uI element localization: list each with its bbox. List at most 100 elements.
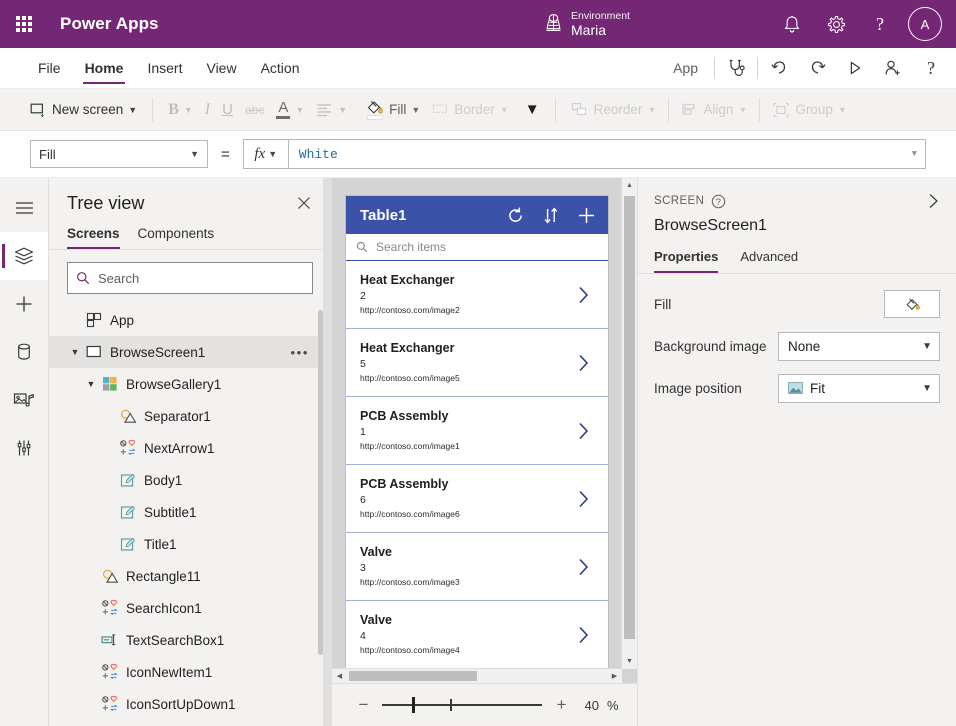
twisty-expanded[interactable]: ▼	[67, 347, 83, 357]
stethoscope-icon[interactable]	[717, 49, 755, 87]
next-arrow-icon[interactable]	[577, 625, 590, 645]
gallery-item[interactable]: Heat Exchanger 5 http://contoso.com/imag…	[346, 329, 608, 397]
insert-plus-icon[interactable]	[0, 280, 48, 328]
fx-button[interactable]: fx ▼	[243, 139, 288, 169]
scroll-right-arrow-icon[interactable]: ▶	[607, 672, 622, 680]
gallery-item[interactable]: PCB Assembly 6 http://contoso.com/image6	[346, 465, 608, 533]
twisty-expanded[interactable]: ▼	[83, 379, 99, 389]
question-circle-icon[interactable]: ?	[711, 194, 726, 209]
menu-item-home[interactable]: Home	[73, 48, 136, 88]
gear-icon[interactable]	[814, 2, 858, 46]
question-icon[interactable]: ?	[912, 49, 950, 87]
underline-button[interactable]: U	[216, 97, 239, 122]
bell-icon[interactable]	[770, 2, 814, 46]
gallery-item[interactable]: PCB Assembly 1 http://contoso.com/image1	[346, 397, 608, 465]
group-button[interactable]: Group ▼	[766, 98, 852, 122]
property-selector[interactable]: Fill ▼	[30, 140, 208, 168]
chevron-down-icon[interactable]: ▼	[912, 149, 917, 159]
canvas-hscroll-thumb[interactable]	[349, 671, 477, 681]
tree-node-textsearchbox1[interactable]: TextSearchBox1	[49, 624, 331, 656]
close-icon[interactable]	[293, 192, 315, 214]
undo-icon[interactable]	[760, 49, 798, 87]
app-menu-button[interactable]: App	[659, 48, 712, 88]
scroll-up-arrow-icon[interactable]: ▲	[622, 178, 637, 193]
chevron-right-icon[interactable]	[927, 192, 940, 210]
question-icon[interactable]: ?	[858, 2, 902, 46]
menu-item-insert[interactable]: Insert	[135, 48, 194, 88]
tree-node-app[interactable]: App	[49, 304, 331, 336]
sort-updown-icon[interactable]	[543, 206, 559, 225]
advanced-tools-icon[interactable]	[0, 424, 48, 472]
formula-input[interactable]: White ▼	[288, 139, 926, 169]
canvas-vertical-scrollbar[interactable]: ▲ ▼	[621, 178, 637, 669]
new-screen-button[interactable]: New screen ▼	[24, 98, 143, 122]
tree-node-iconsortupdown1[interactable]: IconSortUpDown1	[49, 688, 331, 720]
menu-item-view[interactable]: View	[194, 48, 248, 88]
tab-advanced[interactable]: Advanced	[740, 249, 798, 273]
search-input[interactable]: Search	[67, 262, 313, 294]
tree-node-subtitle1[interactable]: Subtitle1	[49, 496, 331, 528]
environment-picker[interactable]: Environment Maria	[543, 0, 630, 48]
canvas-vscroll-thumb[interactable]	[624, 196, 635, 639]
scroll-left-arrow-icon[interactable]: ◀	[332, 672, 347, 680]
brand-title[interactable]: Power Apps	[60, 14, 159, 34]
menu-item-file[interactable]: File	[26, 48, 73, 88]
next-arrow-icon[interactable]	[577, 353, 590, 373]
tree-node-iconrefresh1[interactable]: IconRefresh1	[49, 720, 331, 726]
gallery-item[interactable]: Valve 3 http://contoso.com/image3	[346, 533, 608, 601]
align-button[interactable]: ▼	[310, 99, 353, 121]
fill-button[interactable]: Fill ▼	[359, 95, 426, 124]
border-button[interactable]: Border ▼	[426, 98, 514, 121]
zoom-out-button[interactable]: −	[350, 695, 376, 715]
app-launcher-icon[interactable]	[0, 0, 48, 48]
reorder-button[interactable]: Reorder ▼	[565, 98, 663, 122]
zoom-in-button[interactable]: +	[548, 695, 574, 715]
data-sources-icon[interactable]	[0, 328, 48, 376]
canvas-horizontal-scrollbar[interactable]: ◀ ▶	[332, 668, 622, 683]
panel-resize-handle[interactable]	[323, 178, 331, 726]
tree-node-browsescreen1[interactable]: ▼ BrowseScreen1 •••	[49, 336, 331, 368]
tree-node-browsegallery1[interactable]: ▼ BrowseGallery1	[49, 368, 331, 400]
tree-node-title1[interactable]: Title1	[49, 528, 331, 560]
tree-node-iconnewitem1[interactable]: IconNewItem1	[49, 656, 331, 688]
tab-components[interactable]: Components	[138, 222, 215, 249]
strikethrough-button[interactable]: abc	[239, 99, 270, 121]
redo-icon[interactable]	[798, 49, 836, 87]
tree-view-icon[interactable]	[0, 232, 48, 280]
tree-node-rectangle11[interactable]: Rectangle11	[49, 560, 331, 592]
menu-item-action[interactable]: Action	[249, 48, 312, 88]
tab-properties[interactable]: Properties	[654, 249, 718, 273]
plus-icon[interactable]	[577, 206, 596, 225]
tree-node-nextarrow1[interactable]: NextArrow1	[49, 432, 331, 464]
more-formatting-button[interactable]: ▼	[515, 97, 546, 122]
next-arrow-icon[interactable]	[577, 285, 590, 305]
zoom-slider-knob[interactable]	[412, 697, 415, 713]
hamburger-menu-icon[interactable]	[0, 184, 48, 232]
bold-button[interactable]: B ▼	[162, 97, 199, 123]
next-arrow-icon[interactable]	[577, 421, 590, 441]
tree-node-body1[interactable]: Body1	[49, 464, 331, 496]
avatar[interactable]: A	[908, 7, 942, 41]
refresh-icon[interactable]	[506, 206, 525, 225]
add-user-icon[interactable]	[874, 49, 912, 87]
italic-button[interactable]: I	[199, 97, 216, 123]
next-arrow-icon[interactable]	[577, 557, 590, 577]
gallery-item[interactable]: Heat Exchanger 2 http://contoso.com/imag…	[346, 261, 608, 329]
tab-screens[interactable]: Screens	[67, 222, 120, 249]
fill-color-picker[interactable]	[884, 290, 940, 318]
font-color-button[interactable]: A ▼	[270, 97, 310, 123]
background-image-dropdown[interactable]: None ▼	[778, 332, 940, 361]
app-screen-preview[interactable]: Table1	[346, 196, 608, 666]
gallery-search-input[interactable]: Search items	[346, 234, 608, 261]
image-position-dropdown[interactable]: Fit ▼	[778, 374, 940, 403]
tree-node-separator1[interactable]: Separator1	[49, 400, 331, 432]
align-group-button[interactable]: Align ▼	[675, 98, 753, 121]
tree-node-searchicon1[interactable]: SearchIcon1	[49, 592, 331, 624]
zoom-slider[interactable]	[382, 696, 542, 714]
media-icon[interactable]	[0, 376, 48, 424]
next-arrow-icon[interactable]	[577, 489, 590, 509]
scroll-down-arrow-icon[interactable]: ▼	[622, 654, 637, 669]
play-icon[interactable]	[836, 49, 874, 87]
gallery-item[interactable]: Valve 4 http://contoso.com/image4	[346, 601, 608, 669]
more-options-icon[interactable]: •••	[291, 345, 309, 360]
